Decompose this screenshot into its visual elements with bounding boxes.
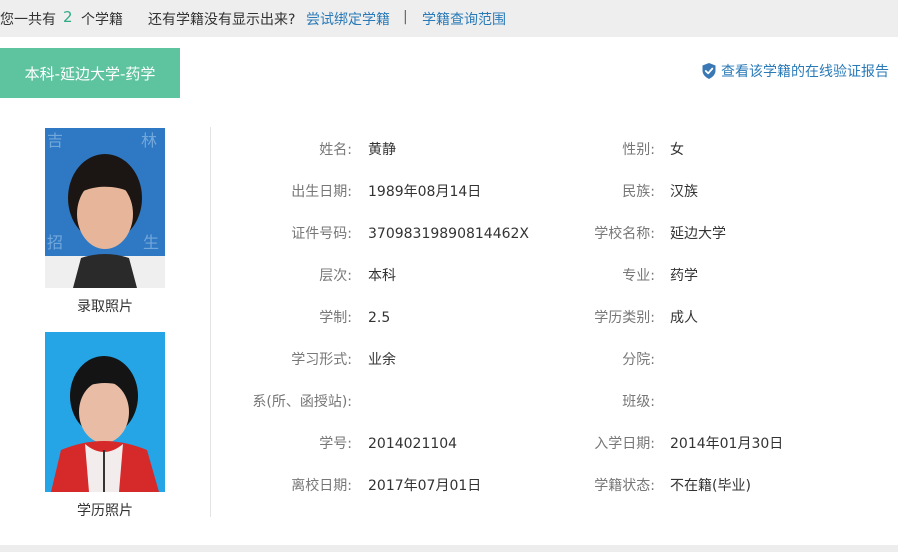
field-label-gender: 性别:	[622, 142, 655, 158]
field-label-level: 层次:	[319, 268, 352, 284]
verify-report-link[interactable]: 查看该学籍的在线验证报告	[702, 61, 889, 81]
query-scope-link[interactable]: 学籍查询范围	[422, 9, 506, 29]
record-panel: 本科-延边大学-药学 查看该学籍的在线验证报告 吉 林 招 生 录取照片 学历照片 …	[0, 37, 898, 545]
field-value-gender: 女	[670, 142, 684, 158]
top-bar: 您一共有 2 个学籍 还有学籍没有显示出来? 尝试绑定学籍 | 学籍查询范围	[0, 0, 898, 37]
field-label-status: 学籍状态:	[594, 478, 655, 494]
field-value-level: 本科	[368, 268, 396, 284]
link-separator: |	[403, 9, 408, 25]
svg-text:生: 生	[143, 233, 159, 252]
diploma-photo	[45, 332, 165, 492]
admission-photo: 吉 林 招 生	[45, 128, 165, 288]
divider	[210, 127, 211, 517]
field-value-id-number: 37098319890814462X	[368, 226, 530, 242]
field-label-education-type: 学历类别:	[594, 310, 655, 326]
field-value-duration: 2.5	[368, 310, 391, 326]
field-label-branch: 分院:	[622, 352, 655, 368]
field-label-major: 专业:	[622, 268, 655, 284]
field-label-birth-date: 出生日期:	[291, 184, 352, 200]
svg-text:林: 林	[141, 131, 157, 150]
field-label-name: 姓名:	[319, 142, 352, 158]
field-label-enroll-date: 入学日期:	[594, 436, 655, 452]
missing-record-question: 还有学籍没有显示出来?	[148, 12, 296, 28]
field-value-birth-date: 1989年08月14日	[368, 184, 482, 200]
field-label-study-mode: 学习形式:	[291, 352, 352, 368]
field-value-school: 延边大学	[670, 226, 726, 242]
field-label-class: 班级:	[622, 394, 655, 410]
field-label-duration: 学制:	[319, 310, 352, 326]
field-value-ethnicity: 汉族	[670, 184, 698, 200]
field-label-leave-date: 离校日期:	[291, 478, 352, 494]
field-label-id-number: 证件号码:	[291, 226, 352, 242]
field-value-student-id: 2014021104	[368, 436, 458, 452]
record-count-prefix: 您一共有	[0, 12, 56, 28]
record-tab[interactable]: 本科-延边大学-药学	[0, 48, 180, 98]
field-value-leave-date: 2017年07月01日	[368, 478, 482, 494]
record-count-suffix: 个学籍	[81, 12, 123, 28]
field-label-ethnicity: 民族:	[622, 184, 655, 200]
field-value-status: 不在籍(毕业)	[670, 478, 751, 494]
admission-photo-caption: 录取照片	[77, 299, 133, 315]
shield-check-icon	[702, 63, 716, 79]
field-value-major: 药学	[670, 268, 698, 284]
field-value-enroll-date: 2014年01月30日	[670, 436, 784, 452]
verify-report-label: 查看该学籍的在线验证报告	[721, 64, 889, 80]
field-label-student-id: 学号:	[319, 436, 352, 452]
field-label-department: 系(所、函授站):	[252, 394, 352, 410]
diploma-photo-caption: 学历照片	[77, 503, 133, 519]
bind-record-link[interactable]: 尝试绑定学籍	[306, 9, 390, 29]
svg-text:招: 招	[47, 233, 63, 252]
field-value-name: 黄静	[368, 142, 396, 158]
record-count: 2	[63, 8, 73, 26]
field-value-education-type: 成人	[670, 310, 698, 326]
field-label-school: 学校名称:	[594, 226, 655, 242]
field-value-study-mode: 业余	[368, 352, 396, 368]
svg-text:吉: 吉	[47, 131, 63, 150]
